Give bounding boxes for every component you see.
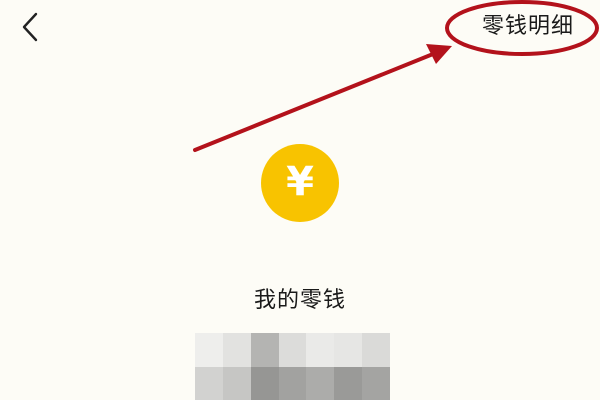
mosaic-cell: [250, 333, 279, 367]
page-title: 我的零钱: [253, 288, 346, 313]
mosaic-cell: [306, 366, 335, 400]
mosaic-cell: [278, 333, 307, 367]
mosaic-cell: [195, 333, 223, 367]
annotation-arrow-line: [193, 50, 440, 152]
change-details-link[interactable]: 零钱明细: [482, 12, 574, 42]
mosaic-cell: [222, 333, 251, 367]
mosaic-cell: [278, 366, 307, 400]
mosaic-cell: [306, 333, 335, 367]
yuan-coin-icon: ¥: [261, 144, 339, 222]
mosaic-cell: [334, 366, 363, 400]
mosaic-cell: [222, 366, 251, 400]
balance-amount-obscured: [195, 333, 390, 400]
mosaic-cell: [195, 366, 223, 400]
mosaic-cell: [362, 333, 390, 367]
back-button[interactable]: [16, 10, 48, 44]
top-bar: 零钱明细: [0, 0, 600, 60]
mosaic-cell: [362, 366, 390, 400]
chevron-left-icon: [22, 12, 38, 42]
mosaic-cell: [250, 366, 279, 400]
mosaic-cell: [334, 333, 363, 367]
yuan-symbol: ¥: [286, 159, 314, 205]
